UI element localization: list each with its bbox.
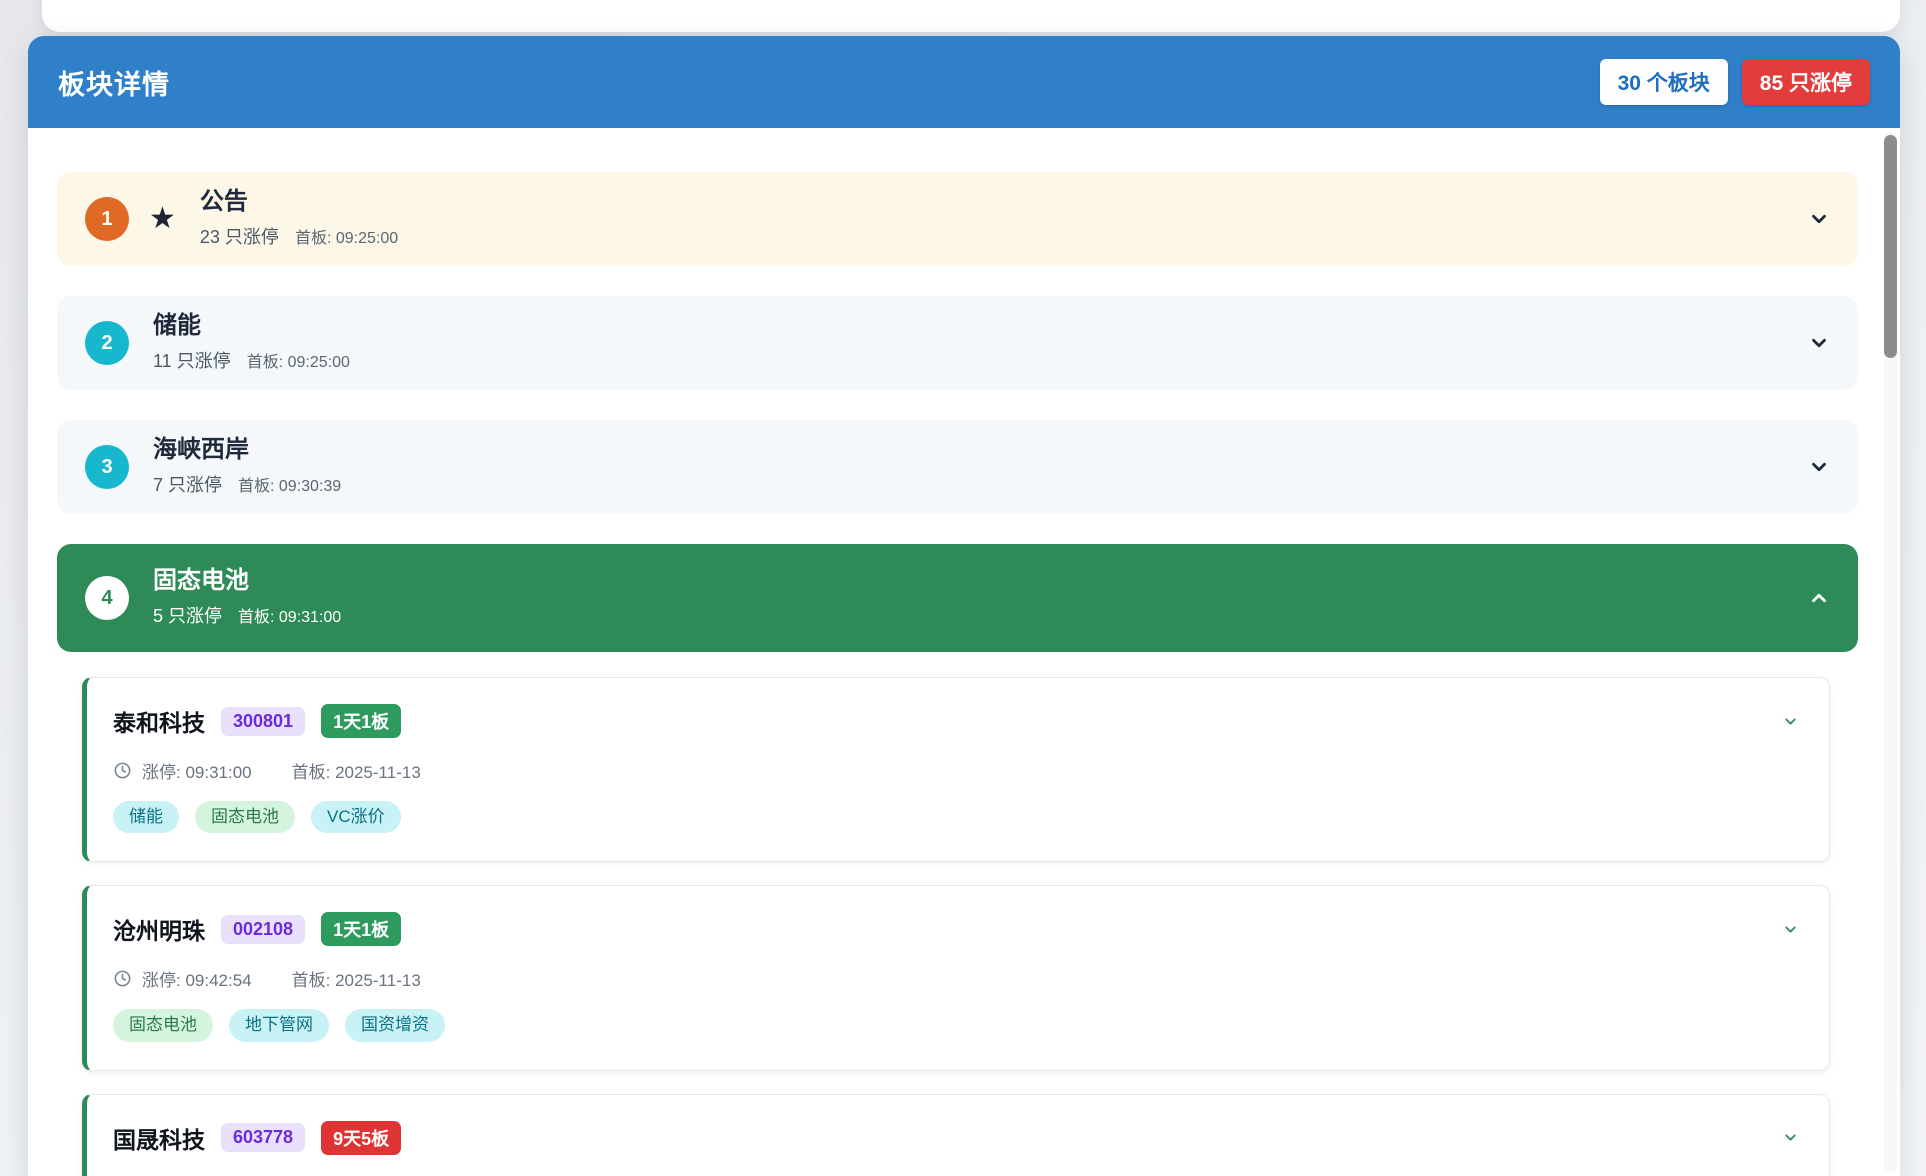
stock-code-badge: 300801 <box>221 707 305 736</box>
chevron-down-icon[interactable] <box>1808 456 1830 478</box>
sector-first-board-time: 首板: 09:25:00 <box>295 224 398 248</box>
sector-count-badge: 30 个板块 <box>1600 59 1728 105</box>
rank-badge: 4 <box>85 576 129 620</box>
concept-tag[interactable]: 储能 <box>113 801 179 833</box>
streak-badge: 9天5板 <box>321 1121 401 1155</box>
sector-detail-panel: 板块详情 30 个板块 85 只涨停 1 ★ 公告 23 只涨停 首板: 09:… <box>28 36 1900 1176</box>
clock-icon <box>113 761 132 780</box>
streak-badge: 1天1板 <box>321 704 401 738</box>
first-board-date: 首板: 2025-11-13 <box>292 758 421 783</box>
sector-text: 公告 23 只涨停 首板: 09:25:00 <box>200 189 398 248</box>
rank-badge: 2 <box>85 321 129 365</box>
sector-name: 公告 <box>200 189 398 215</box>
sector-first-board-time: 首板: 09:31:00 <box>238 603 341 627</box>
sector-limitup-count: 11 只涨停 <box>153 347 231 373</box>
clock-icon <box>113 969 132 988</box>
scrollbar-thumb[interactable] <box>1884 135 1897 358</box>
sector-text: 固态电池 5 只涨停 首板: 09:31:00 <box>153 568 341 627</box>
panel-header: 板块详情 30 个板块 85 只涨停 <box>28 36 1900 128</box>
chevron-up-icon[interactable] <box>1808 587 1830 609</box>
stock-card-taihe[interactable]: 泰和科技 300801 1天1板 涨停: 09:31:00 首板: 2025-1… <box>82 677 1830 862</box>
chevron-down-icon[interactable] <box>1782 921 1799 938</box>
header-badges: 30 个板块 85 只涨停 <box>1600 59 1870 105</box>
chevron-down-icon[interactable] <box>1808 208 1830 230</box>
sector-name: 海峡西岸 <box>153 437 341 463</box>
sector-first-board-time: 首板: 09:25:00 <box>247 348 350 372</box>
sector-limitup-count: 23 只涨停 <box>200 223 279 249</box>
star-icon[interactable]: ★ <box>149 204 176 234</box>
stock-name: 国晟科技 <box>113 1121 205 1155</box>
page-title: 板块详情 <box>58 63 170 102</box>
rank-badge: 1 <box>85 197 129 241</box>
previous-card-edge <box>42 0 1900 32</box>
sector-row-haixia[interactable]: 3 海峡西岸 7 只涨停 首板: 09:30:39 <box>57 420 1858 514</box>
rank-badge: 3 <box>85 445 129 489</box>
concept-tag[interactable]: 国资增资 <box>345 1009 445 1041</box>
sector-limitup-count: 5 只涨停 <box>153 602 222 628</box>
limit-up-count-badge: 85 只涨停 <box>1742 59 1870 105</box>
sector-row-chuneng[interactable]: 2 储能 11 只涨停 首板: 09:25:00 <box>57 296 1858 390</box>
stock-card-guosheng[interactable]: 国晟科技 603778 9天5板 涨停: 09:45:52 首板: 2025-1… <box>82 1094 1830 1176</box>
sector-text: 海峡西岸 7 只涨停 首板: 09:30:39 <box>153 437 341 496</box>
chevron-down-icon[interactable] <box>1782 713 1799 730</box>
sector-name: 储能 <box>153 313 350 339</box>
concept-tag[interactable]: 地下管网 <box>229 1009 329 1041</box>
sector-first-board-time: 首板: 09:30:39 <box>238 472 341 496</box>
sector-limitup-count: 7 只涨停 <box>153 471 222 497</box>
sector-name: 固态电池 <box>153 568 341 594</box>
first-board-date: 首板: 2025-11-13 <box>292 966 421 991</box>
chevron-down-icon[interactable] <box>1808 332 1830 354</box>
streak-badge: 1天1板 <box>321 912 401 946</box>
limit-up-time: 涨停: 09:31:00 <box>142 758 252 783</box>
sector-row-gutai-dianchi[interactable]: 4 固态电池 5 只涨停 首板: 09:31:00 <box>57 544 1858 652</box>
stock-code-badge: 603778 <box>221 1123 305 1152</box>
stock-code-badge: 002108 <box>221 915 305 944</box>
concept-tag[interactable]: VC涨价 <box>311 801 401 833</box>
sector-row-gonggao[interactable]: 1 ★ 公告 23 只涨停 首板: 09:25:00 <box>57 172 1858 266</box>
stock-card-cangzhou[interactable]: 沧州明珠 002108 1天1板 涨停: 09:42:54 首板: 2025-1… <box>82 885 1830 1070</box>
stock-name: 沧州明珠 <box>113 912 205 946</box>
sector-list: 1 ★ 公告 23 只涨停 首板: 09:25:00 2 储能 11 只涨停 首… <box>28 128 1900 1176</box>
concept-tag[interactable]: 固态电池 <box>195 801 295 833</box>
chevron-down-icon[interactable] <box>1782 1129 1799 1146</box>
sector-text: 储能 11 只涨停 首板: 09:25:00 <box>153 313 350 372</box>
stock-name: 泰和科技 <box>113 704 205 738</box>
limit-up-time: 涨停: 09:42:54 <box>142 966 252 991</box>
concept-tag[interactable]: 固态电池 <box>113 1009 213 1041</box>
